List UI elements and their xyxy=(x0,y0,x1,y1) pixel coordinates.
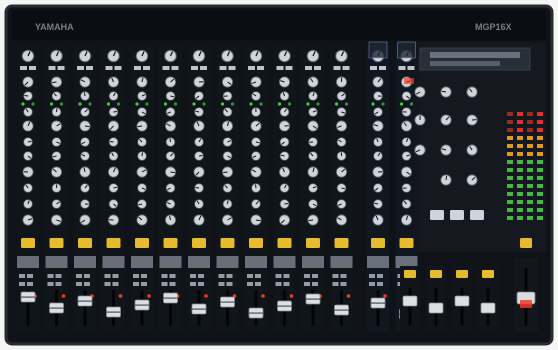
photo-vignette xyxy=(0,0,558,350)
photo: YAMAHA MGP16X xyxy=(0,0,558,350)
mixing-console-photo: YAMAHA MGP16X xyxy=(0,0,558,350)
